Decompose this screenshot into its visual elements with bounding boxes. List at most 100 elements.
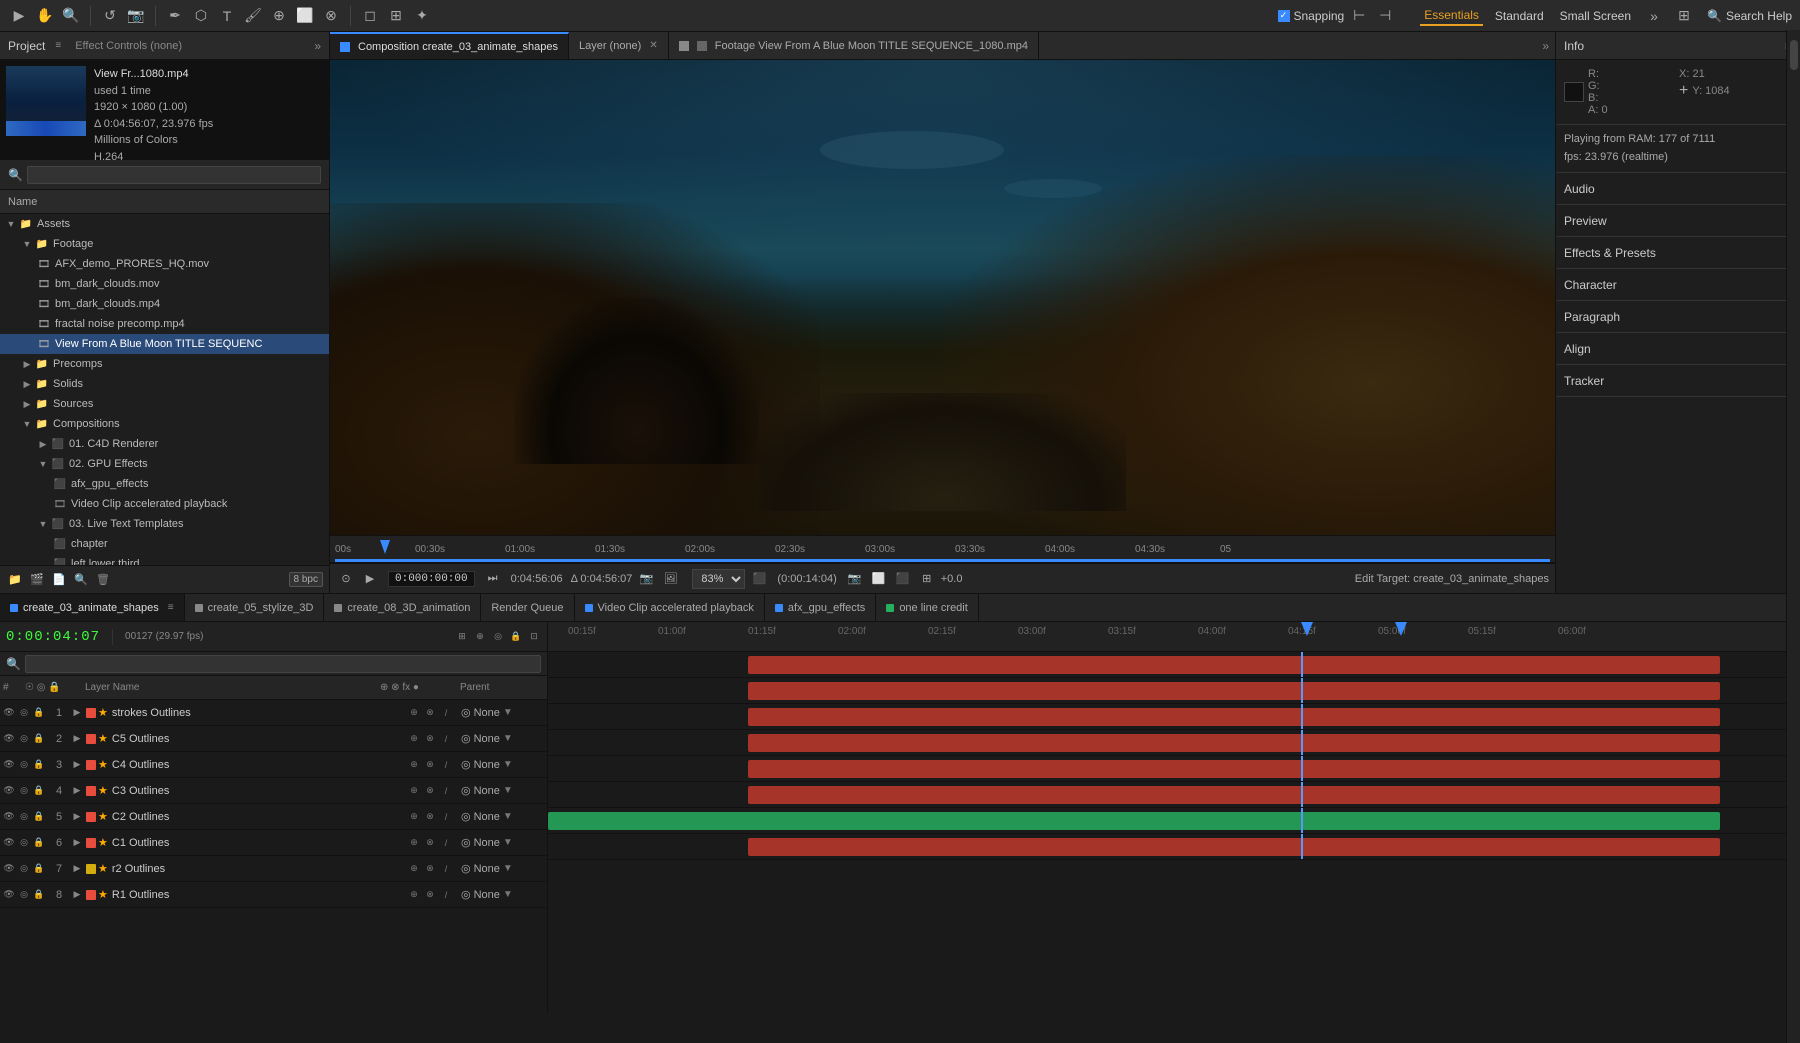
layer8-eye[interactable]: 👁 [2,888,16,902]
l5-c1[interactable]: ⊕ [407,810,421,824]
l7-c3[interactable]: / [439,862,453,876]
layer7-solo[interactable]: ◎ [17,862,31,876]
footage-playhead[interactable] [380,540,390,554]
skip-forward-btn[interactable]: ⏭ [483,569,503,589]
l2-c1[interactable]: ⊕ [407,732,421,746]
panel-close[interactable]: » [314,39,321,53]
tree-item-c4d[interactable]: ▶ ⬛ 01. C4D Renderer [0,434,329,454]
new-item-btn[interactable]: 📄 [50,571,68,589]
l8-c3[interactable]: / [439,888,453,902]
comp-tab-rq[interactable]: Render Queue [481,594,574,622]
l2-c3[interactable]: / [439,732,453,746]
layer7-expand-btn[interactable]: ▶ [70,862,84,876]
l1-c1[interactable]: ⊕ [407,706,421,720]
feather-tool[interactable]: ✦ [411,5,433,27]
layer-tab-close[interactable]: ✕ [649,40,657,51]
tree-item-compositions[interactable]: ▼ 📁 Compositions [0,414,329,434]
tab-layer[interactable]: Layer (none) ✕ [569,32,669,60]
paragraph-section[interactable]: Paragraph [1556,301,1800,333]
resolution-btn[interactable]: ⬛ [749,569,769,589]
workspace-essentials[interactable]: Essentials [1420,6,1483,26]
layer1-eye[interactable]: 👁 [2,706,16,720]
layer4-lock[interactable]: 🔒 [32,784,46,798]
l7-c2[interactable]: ⊗ [423,862,437,876]
clone-tool[interactable]: ⊕ [268,5,290,27]
snapshot-btn[interactable]: 📷 [636,569,656,589]
select-tool[interactable]: ▶ [8,5,30,27]
layer8-solo[interactable]: ◎ [17,888,31,902]
tree-item-gpu-child-2[interactable]: 🎞 Video Clip accelerated playback [0,494,329,514]
region-btn[interactable]: ⬛ [893,569,913,589]
layer8-expand-btn[interactable]: ▶ [70,888,84,902]
reset-btn[interactable]: ⊙ [336,569,356,589]
tree-item-gpu[interactable]: ▼ ⬛ 02. GPU Effects [0,454,329,474]
text-tool[interactable]: T [216,5,238,27]
l8-c2[interactable]: ⊗ [423,888,437,902]
expand-btn[interactable]: ⊞ [455,630,469,644]
layer8-lock[interactable]: 🔒 [32,888,46,902]
workspace-standard[interactable]: Standard [1491,7,1548,25]
l3-c1[interactable]: ⊕ [407,758,421,772]
align-section[interactable]: Align [1556,333,1800,365]
layer4-eye[interactable]: 👁 [2,784,16,798]
camera-btn[interactable]: 📷 [845,569,865,589]
l4-c3[interactable]: / [439,784,453,798]
parent-dropdown[interactable]: ▼ [503,707,513,718]
layer3-solo[interactable]: ◎ [17,758,31,772]
layer1-lock[interactable]: 🔒 [32,706,46,720]
solo-btn[interactable]: ◎ [491,630,505,644]
comp-tab-afx[interactable]: afx_gpu_effects [765,594,876,622]
workspace-more[interactable]: » [1643,5,1665,27]
tree-item-footage[interactable]: ▼ 📁 Footage [0,234,329,254]
layer7-eye[interactable]: 👁 [2,862,16,876]
tree-item-file-1[interactable]: 🎞 AFX_demo_PRORES_HQ.mov [0,254,329,274]
l6-c3[interactable]: / [439,836,453,850]
zoom-tool[interactable]: 🔍 [60,5,82,27]
layer3-expand-btn[interactable]: ▶ [70,758,84,772]
rotate-tool[interactable]: ↺ [99,5,121,27]
layer4-expand-btn[interactable]: ▶ [70,784,84,798]
comp-tab-olc[interactable]: one line credit [876,594,979,622]
zoom-select[interactable]: 83% [692,569,745,589]
tree-item-gpu-child-1[interactable]: ⬛ afx_gpu_effects [0,474,329,494]
brush-tool[interactable]: 🖌 [242,5,264,27]
layer2-eye[interactable]: 👁 [2,732,16,746]
layer3-lock[interactable]: 🔒 [32,758,46,772]
tree-item-sources[interactable]: ▶ 📁 Sources [0,394,329,414]
tree-item-file-5[interactable]: 🎞 View From A Blue Moon TITLE SEQUENC [0,334,329,354]
layer1-solo[interactable]: ◎ [17,706,31,720]
l1-c3[interactable]: / [439,706,453,720]
l6-c2[interactable]: ⊗ [423,836,437,850]
l2-c2[interactable]: ⊗ [423,732,437,746]
hand-tool[interactable]: ✋ [34,5,56,27]
find-btn[interactable]: 🔍 [72,571,90,589]
character-section[interactable]: Character [1556,269,1800,301]
l4-c1[interactable]: ⊕ [407,784,421,798]
layer6-lock[interactable]: 🔒 [32,836,46,850]
comp-tab-3[interactable]: create_08_3D_animation [324,594,481,622]
timecode-display[interactable]: 0:000:00:00 [388,571,475,587]
tree-item-assets[interactable]: ▼ 📁 Assets [0,214,329,234]
mask-tool[interactable]: ⬡ [190,5,212,27]
layer6-eye[interactable]: 👁 [2,836,16,850]
layer6-solo[interactable]: ◎ [17,836,31,850]
preview-section[interactable]: Preview [1556,205,1800,237]
view-btn[interactable]: ⊡ [527,630,541,644]
parent2-dropdown[interactable]: ▼ [503,733,513,744]
parent7-dropdown[interactable]: ▼ [503,863,513,874]
workspace-grid[interactable]: ⊞ [1673,5,1695,27]
tree-item-precomps[interactable]: ▶ 📁 Precomps [0,354,329,374]
parent4-dropdown[interactable]: ▼ [503,785,513,796]
workspace-small-screen[interactable]: Small Screen [1556,7,1635,25]
tab-composition[interactable]: Composition create_03_animate_shapes [330,32,569,60]
parent8-dropdown[interactable]: ▼ [503,889,513,900]
pen-tool[interactable]: ✒ [164,5,186,27]
l5-c2[interactable]: ⊗ [423,810,437,824]
comp-tab-2[interactable]: create_05_stylize_3D [185,594,325,622]
show-snapshot-btn[interactable]: 🖼 [660,569,680,589]
effects-presets-section[interactable]: Effects & Presets [1556,237,1800,269]
l8-c1[interactable]: ⊕ [407,888,421,902]
snapping-options[interactable]: ⊢ [1348,5,1370,27]
tracker-section[interactable]: Tracker [1556,365,1800,397]
tree-item-file-2[interactable]: 🎞 bm_dark_clouds.mov [0,274,329,294]
